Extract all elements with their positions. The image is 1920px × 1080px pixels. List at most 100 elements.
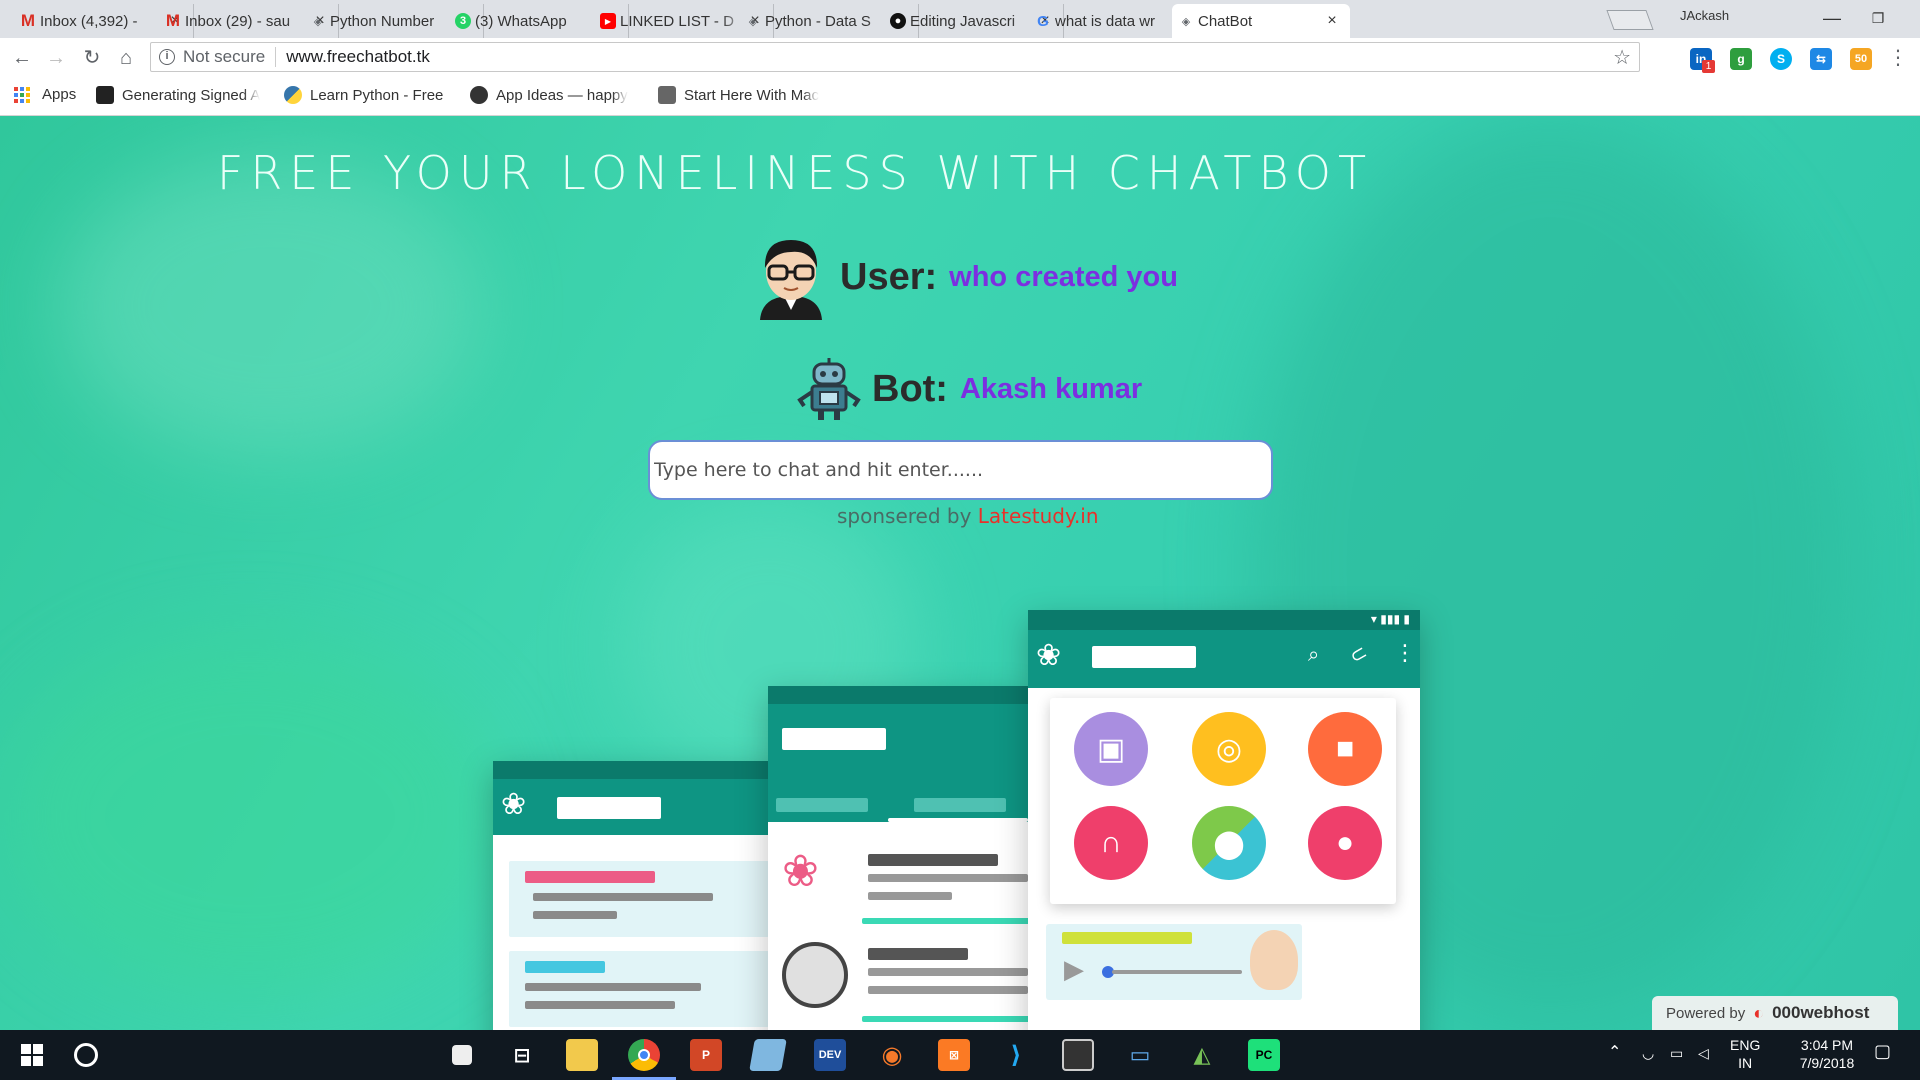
extension-label: 50 (1854, 53, 1868, 65)
address-bar[interactable]: i Not secure www.freechatbot.tk ☆ (150, 42, 1640, 72)
tray-chevron-icon[interactable]: ⌃ (1608, 1044, 1621, 1062)
text-placeholder (525, 983, 701, 991)
cortana-search-icon[interactable] (70, 1039, 102, 1071)
tab-title: Editing Javascri (910, 12, 1016, 30)
text-placeholder (525, 871, 655, 883)
powerpoint-icon[interactable]: P (690, 1039, 722, 1071)
tab-title: Python Number (330, 12, 435, 30)
windows-start-icon[interactable] (14, 1039, 50, 1071)
android-studio-icon[interactable]: ◭ (1186, 1039, 1218, 1071)
more-vert-icon: ⋮ (1394, 640, 1416, 665)
notepad-icon[interactable] (749, 1039, 787, 1071)
bookmark-start-here[interactable]: Start Here With Mac (658, 86, 819, 104)
reload-button[interactable]: ↻ (80, 46, 104, 70)
remote-desktop-icon[interactable]: ▭ (1124, 1039, 1156, 1071)
text-placeholder (868, 968, 1028, 976)
site-icon: ◈ (748, 15, 758, 28)
tab-title: Python - Data S (765, 12, 871, 30)
phone-mockup-middle: ❀ (768, 686, 1030, 1030)
bookmark-app-ideas[interactable]: App Ideas — happy (470, 86, 628, 104)
terminal-icon[interactable] (1062, 1039, 1094, 1071)
menu-kebab-icon[interactable]: ⋮ (1886, 46, 1910, 70)
chrome-icon[interactable] (628, 1039, 660, 1071)
info-icon[interactable]: i (159, 49, 175, 65)
forward-button[interactable]: → (44, 46, 68, 70)
page-headline: FREE YOUR LONELINESS WITH CHATBOT (216, 146, 1374, 200)
extension-label: S (1776, 52, 1785, 66)
wifi-icon[interactable]: ◡ (1642, 1044, 1654, 1062)
background-blob (0, 636, 500, 996)
back-button[interactable]: ← (10, 46, 34, 70)
home-button[interactable]: ⌂ (114, 46, 138, 70)
text-placeholder (868, 874, 1028, 882)
volume-icon[interactable]: ◁ (1698, 1044, 1709, 1062)
powered-by-label: Powered by (1666, 1004, 1746, 1022)
clock-time: 3:04 PM (1800, 1037, 1854, 1053)
gmail-icon: M (20, 11, 36, 30)
battery-icon[interactable]: ▭ (1670, 1044, 1683, 1062)
header-placeholder (1092, 646, 1196, 668)
user-message-row: User: who created you (752, 234, 1178, 320)
skype-extension-icon[interactable]: S (1770, 48, 1792, 70)
bookmark-learn-python[interactable]: Learn Python - Free (284, 86, 443, 104)
phone-header (768, 686, 1030, 822)
text-placeholder (533, 893, 713, 901)
stop-square-icon[interactable] (452, 1045, 472, 1065)
app-ideas-icon (470, 86, 488, 104)
bot-avatar-icon (797, 358, 861, 420)
bot-message: Akash kumar (959, 372, 1143, 405)
user-label: User: (840, 255, 938, 298)
xampp-icon[interactable]: ⊠ (938, 1039, 970, 1071)
profile-avatar-icon (782, 942, 848, 1008)
bookmark-label: Apps (42, 86, 77, 103)
attachment-menu: ▣ ◎ ■ ∩ ⬤ ● (1050, 698, 1396, 904)
whatsapp-icon: 3 (455, 13, 471, 29)
chat-input[interactable] (648, 440, 1273, 500)
url-text[interactable]: www.freechatbot.tk (286, 47, 1613, 67)
language-indicator[interactable]: ENG IN (1730, 1036, 1760, 1072)
background-blob (60, 156, 480, 456)
extension-badge: 1 (1702, 60, 1715, 73)
action-center-icon[interactable]: ▢ (1874, 1042, 1891, 1060)
dev-cpp-icon[interactable]: DEV (814, 1039, 846, 1071)
bookmark-generating-signed[interactable]: Generating Signed A (96, 86, 260, 104)
grammar-extension-icon[interactable]: g (1730, 48, 1752, 70)
tab-title: (3) WhatsApp (475, 12, 567, 30)
vscode-icon[interactable]: ⟩ (1000, 1039, 1032, 1071)
restore-button[interactable]: ❐ (1856, 4, 1900, 32)
pycharm-icon[interactable]: PC (1248, 1039, 1280, 1071)
bot-label: Bot: (872, 367, 948, 410)
tab-title: ChatBot (1198, 12, 1253, 30)
powered-by-badge[interactable]: Powered by ◐ 000webhost (1652, 996, 1898, 1030)
profile-name[interactable]: JAckash (1680, 8, 1729, 23)
divider-placeholder (862, 1016, 1030, 1022)
file-explorer-icon[interactable] (566, 1039, 598, 1071)
sponsor-link[interactable]: Latestudy.in (978, 504, 1099, 528)
sponsor-prefix: sponsered by (837, 504, 978, 528)
minimize-button[interactable]: — (1810, 4, 1854, 32)
new-tab-button[interactable] (1606, 10, 1654, 30)
region-text: IN (1738, 1055, 1753, 1071)
clock[interactable]: 3:04 PM 7/9/2018 (1788, 1036, 1866, 1072)
bot-message-row: Bot: Akash kumar (796, 356, 1142, 422)
fifty-extension-icon[interactable]: 50 (1850, 48, 1872, 70)
page-viewport: FREE YOUR LONELINESS WITH CHATBOT User: … (0, 116, 1920, 1030)
mac-icon (658, 86, 676, 104)
github-icon: ● (890, 13, 906, 29)
text-placeholder (533, 911, 617, 919)
bookmark-label: Start Here With Mac (684, 86, 820, 104)
close-icon[interactable]: × (1324, 12, 1340, 30)
tab-indicator (888, 818, 1028, 822)
bookmark-star-icon[interactable]: ☆ (1613, 45, 1631, 70)
bookmark-apps[interactable]: Apps (14, 86, 76, 103)
tab-chatbot-active[interactable]: ◈ ChatBot × (1172, 4, 1350, 38)
browser-toolbar: ← → ↻ ⌂ i Not secure www.freechatbot.tk … (0, 38, 1920, 76)
blender-icon[interactable]: ◉ (876, 1039, 908, 1071)
apps-grid-icon (14, 86, 30, 103)
sponsor-line: sponsered by Latestudy.in (837, 504, 1099, 528)
sync-extension-icon[interactable]: ⇆ (1810, 48, 1832, 70)
phone-header: ❀ (493, 761, 783, 835)
user-message: who created you (949, 260, 1178, 293)
task-view-icon[interactable]: ⊟ (506, 1039, 538, 1071)
bookmark-label: App Ideas — happy (496, 86, 628, 104)
